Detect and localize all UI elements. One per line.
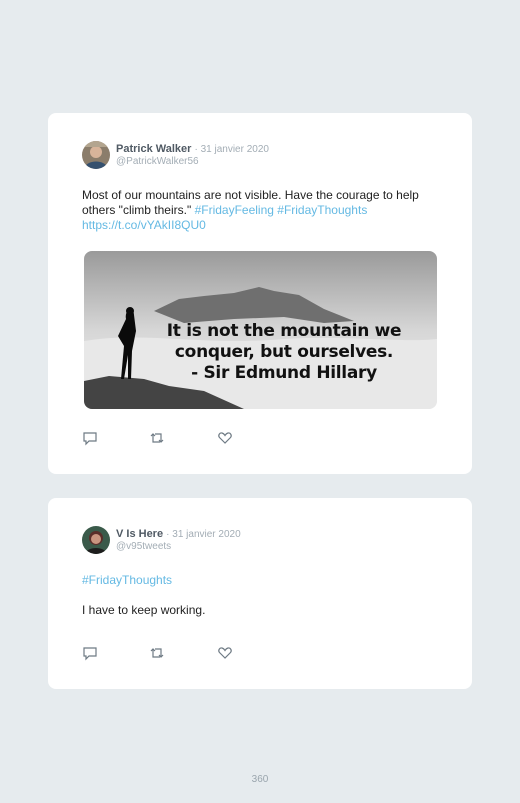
- tweet-actions: [82, 645, 242, 661]
- author-name[interactable]: V Is Here: [116, 528, 163, 540]
- tweet-text: I have to keep working.: [82, 603, 206, 617]
- image-quote: It is not the mountain we conquer, but o…: [164, 321, 404, 384]
- author-handle[interactable]: @v95tweets: [116, 541, 171, 552]
- reply-icon[interactable]: [82, 430, 98, 446]
- tweet-image[interactable]: It is not the mountain we conquer, but o…: [84, 251, 437, 409]
- like-icon[interactable]: [217, 430, 233, 446]
- reply-icon[interactable]: [82, 645, 98, 661]
- author-line: Patrick Walker · 31 janvier 2020: [116, 143, 269, 155]
- tweet-text: Most of our mountains are not visible. H…: [82, 188, 442, 233]
- tweet-actions: [82, 430, 242, 446]
- retweet-icon[interactable]: [149, 645, 165, 661]
- tweet-card: Patrick Walker · 31 janvier 2020 @Patric…: [48, 113, 472, 474]
- quote-line: It is not the mountain we: [166, 321, 402, 341]
- tweet-url[interactable]: https://t.co/vYAkII8QU0: [82, 218, 206, 232]
- hashtag-link[interactable]: #FridayFeeling #FridayThoughts: [195, 203, 368, 217]
- tweet-card: V Is Here · 31 janvier 2020 @v95tweets #…: [48, 498, 472, 689]
- author-line: V Is Here · 31 janvier 2020: [116, 528, 241, 540]
- quote-attribution: - Sir Edmund Hillary: [191, 363, 377, 383]
- quote-line: conquer, but ourselves.: [174, 342, 394, 362]
- like-icon[interactable]: [217, 645, 233, 661]
- hashtag[interactable]: #FridayThoughts: [82, 573, 172, 587]
- hashtag-link[interactable]: #FridayThoughts: [82, 573, 442, 588]
- author-name[interactable]: Patrick Walker: [116, 143, 191, 155]
- author-handle[interactable]: @PatrickWalker56: [116, 156, 199, 167]
- retweet-icon[interactable]: [149, 430, 165, 446]
- page-number: 360: [251, 774, 269, 785]
- avatar[interactable]: [82, 526, 110, 554]
- tweet-date[interactable]: · 31 janvier 2020: [194, 144, 269, 155]
- tweet-date[interactable]: · 31 janvier 2020: [166, 529, 241, 540]
- avatar[interactable]: [82, 141, 110, 169]
